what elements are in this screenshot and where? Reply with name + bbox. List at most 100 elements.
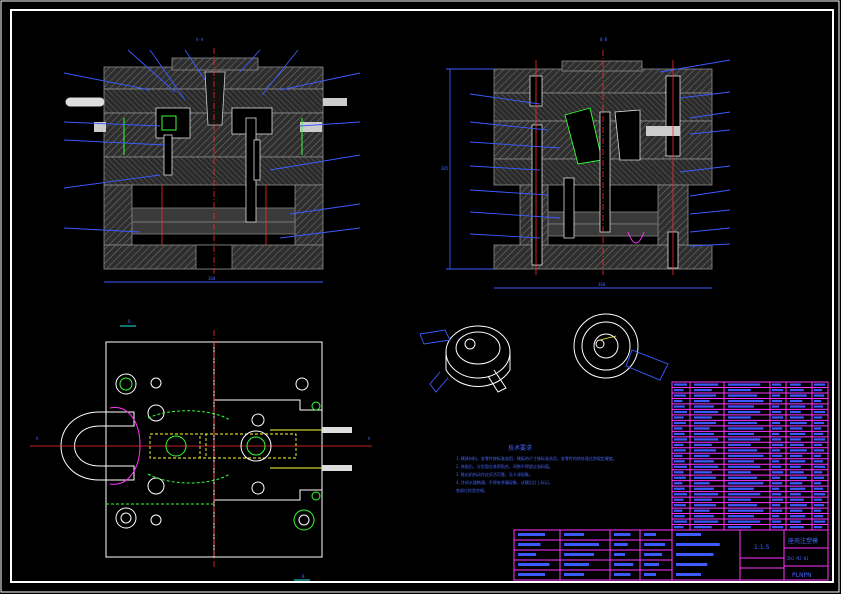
parts-list-cell: [674, 504, 686, 507]
parts-list-cell: [814, 454, 822, 457]
parts-list-cell: [772, 471, 784, 474]
parts-list-cell: [772, 416, 784, 419]
parts-list-cell: [694, 427, 710, 430]
parts-list-cell: [694, 504, 717, 507]
parts-list-cell: [772, 443, 784, 446]
parts-list-cell: [772, 460, 780, 463]
title-block-cell: [564, 573, 584, 576]
cut-marker-b-bottom: B: [302, 574, 305, 579]
parts-list-cell: [728, 427, 764, 430]
parts-list-cell: [790, 405, 806, 408]
parts-list-cell: [814, 427, 822, 430]
parts-list-cell: [728, 504, 758, 507]
title-block-cell: [676, 563, 708, 566]
parts-list-cell: [814, 520, 826, 523]
parts-list-cell: [772, 383, 782, 386]
parts-list-cell: [790, 471, 804, 474]
parts-list-cell: [814, 383, 826, 386]
parts-list-cell: [674, 449, 686, 452]
parts-list-cell: [790, 515, 806, 518]
parts-list-cell: [790, 438, 801, 441]
title-block-cell: [614, 563, 634, 566]
parts-list-cell: [814, 498, 823, 501]
title-block-cell: [518, 573, 545, 576]
water-nozzle-right-2: [300, 122, 322, 132]
dimension-right-height: 385: [441, 166, 449, 171]
cut-marker-a-left: A: [36, 436, 39, 441]
parts-list-cell: [814, 509, 822, 512]
parts-list-cell: [728, 443, 751, 446]
return-pin-left: [163, 134, 173, 176]
parts-list-cell: [728, 405, 754, 408]
parts-list-cell: [790, 443, 804, 446]
parts-list-cell: [790, 449, 807, 452]
parts-list-cell: [694, 449, 717, 452]
parts-list-cell: [728, 493, 761, 496]
parts-list-cell: [674, 394, 686, 397]
parts-list-cell: [814, 421, 825, 425]
guide-holes: [115, 373, 321, 531]
parts-list-cell: [772, 394, 781, 397]
notes-line-2: 2.装配后，分型面应紧密贴合，间隙不得超过溢料值。: [456, 463, 553, 469]
water-nozzle-left-1: [65, 97, 105, 107]
parts-list-cell: [814, 399, 822, 403]
parts-list-cell: [728, 383, 761, 386]
parts-list-cell: [772, 476, 781, 479]
parts-list-cell: [674, 509, 683, 512]
parts-list-cell: [814, 504, 825, 507]
notes-line-4: 4.冷却水道畅通，不得有渗漏现象，试模后打上标记。: [456, 479, 553, 485]
sprue-bushing: [204, 71, 226, 126]
parts-list-cell: [790, 432, 806, 436]
parts-list-cell: [772, 493, 782, 496]
title-block-cell: [644, 543, 665, 546]
parts-list-cell: [814, 487, 824, 490]
parts-list-cell: [694, 487, 714, 490]
title-block-cell: [614, 533, 631, 536]
sprue-puller: [599, 111, 611, 233]
parts-list-cell: [772, 388, 784, 392]
parts-list-cell: [694, 410, 719, 414]
parts-list-cell: [814, 515, 824, 518]
parts-list-cell: [814, 471, 823, 474]
parts-list-cell: [674, 476, 686, 479]
title-block-scale: 1:1.5: [754, 544, 770, 551]
parts-list-cell: [790, 509, 803, 512]
parts-list-cell: [814, 405, 824, 408]
parts-list-cell: [694, 388, 712, 392]
parts-list-cell: [772, 482, 783, 485]
parts-list-cell: [814, 438, 826, 441]
ejector-pin-short: [253, 139, 261, 181]
parts-list-cell: [728, 471, 751, 474]
cooling-loop-top: [147, 410, 231, 421]
parts-list-cell: [772, 410, 782, 414]
title-block-cell: [614, 543, 628, 546]
title-block-company: PLNPN: [792, 572, 812, 579]
parts-list-cell: [790, 482, 803, 485]
parts-list-cell: [694, 493, 719, 496]
parts-list-cell: [790, 410, 801, 414]
support-plate: [103, 156, 324, 186]
parts-list-cell: [772, 427, 783, 430]
parts-list-cell: [814, 449, 825, 452]
dimension-right-width: 360: [598, 282, 606, 287]
drawing-canvas: A-A 360 B-B 360 385 A A B B 技术要求 1.模具材料，…: [0, 0, 840, 593]
parts-list-cell: [728, 460, 754, 463]
title-block-cell: [644, 533, 656, 536]
parts-list-cell: [674, 493, 688, 496]
parts-list-cell: [674, 520, 688, 523]
parts-list-cell: [728, 410, 761, 414]
parts-list-cell: [674, 399, 683, 403]
parts-list-cell: [790, 421, 807, 425]
parts-list-cell: [674, 443, 684, 446]
parts-list-cell: [694, 498, 712, 501]
parts-list-cell: [772, 487, 780, 490]
parts-list-cell: [728, 449, 758, 452]
part-view-iso-2: [573, 313, 669, 381]
section-view-b: B-B 360 385: [441, 37, 731, 289]
parts-list-table: [671, 381, 829, 531]
parts-list-cell: [814, 410, 826, 414]
parts-list-cell: [790, 504, 807, 507]
title-block-cell: [564, 533, 584, 536]
parts-list-cell: [728, 526, 751, 529]
parts-list-cell: [694, 399, 710, 403]
